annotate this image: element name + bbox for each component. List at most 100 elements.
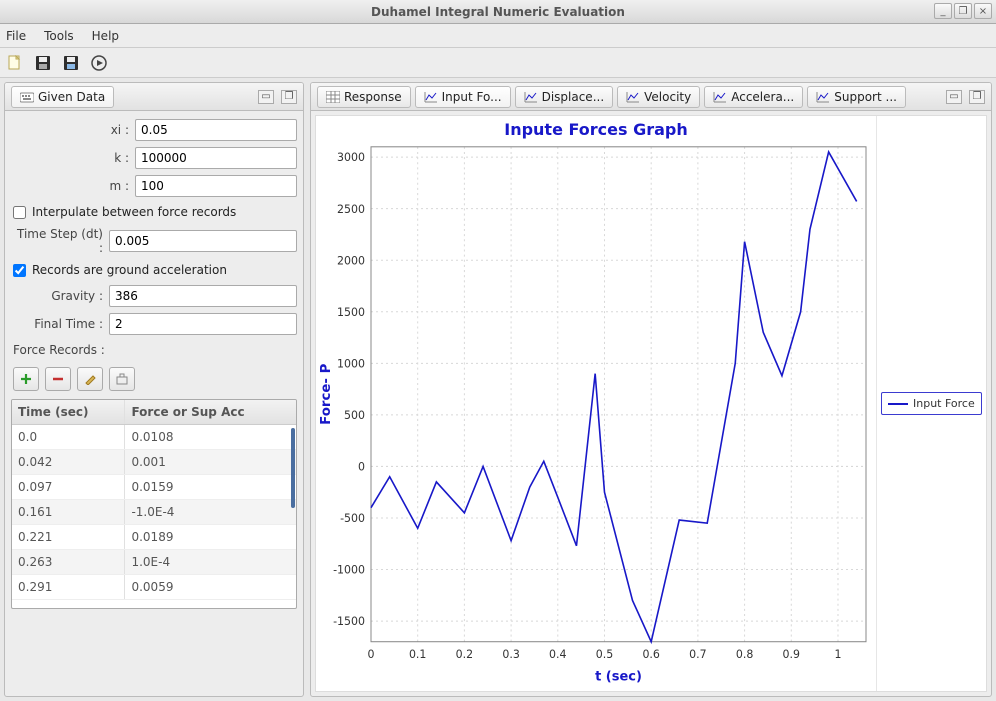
cell-force: 0.0108 — [125, 425, 296, 450]
new-file-icon[interactable] — [6, 54, 24, 72]
chart-title: Inpute Forces Graph — [316, 120, 876, 139]
edit-record-button[interactable] — [77, 367, 103, 391]
tab-label: Support ... — [834, 90, 897, 104]
dt-input[interactable] — [109, 230, 297, 252]
svg-text:0.7: 0.7 — [689, 648, 706, 661]
ground-accel-label: Records are ground acceleration — [32, 263, 227, 277]
svg-text:0.9: 0.9 — [783, 648, 800, 661]
mini-chart-icon — [524, 91, 538, 103]
given-data-label: Given Data — [38, 90, 105, 104]
tab-displace[interactable]: Displace... — [515, 86, 614, 108]
m-label: m : — [11, 179, 129, 193]
table-row[interactable]: 0.2210.0189 — [12, 525, 296, 550]
tab-label: Velocity — [644, 90, 691, 104]
maximize-button[interactable]: ❐ — [954, 3, 972, 19]
svg-text:0.8: 0.8 — [736, 648, 753, 661]
svg-text:-1500: -1500 — [333, 615, 365, 628]
menu-help[interactable]: Help — [92, 29, 119, 43]
minimize-button[interactable]: _ — [934, 3, 952, 19]
cell-time: 0.097 — [12, 475, 125, 500]
final-time-label: Final Time : — [11, 317, 103, 331]
interpolate-checkbox[interactable] — [13, 206, 26, 219]
svg-text:-1000: -1000 — [333, 564, 365, 577]
tab-velocity[interactable]: Velocity — [617, 86, 700, 108]
svg-text:500: 500 — [344, 409, 365, 422]
given-data-panel: Given Data ▭ ❐ xi : k : m : Interpulate … — [4, 82, 304, 697]
svg-text:0: 0 — [358, 460, 365, 473]
interpolate-label: Interpulate between force records — [32, 205, 236, 219]
svg-text:1000: 1000 — [337, 357, 365, 370]
svg-text:t (sec): t (sec) — [595, 670, 642, 685]
tab-inputfo[interactable]: Input Fo... — [415, 86, 511, 108]
cell-time: 0.263 — [12, 550, 125, 575]
run-icon[interactable] — [90, 54, 108, 72]
tab-label: Accelera... — [731, 90, 794, 104]
final-time-input[interactable] — [109, 313, 297, 335]
svg-text:2500: 2500 — [337, 203, 365, 216]
svg-text:0.3: 0.3 — [502, 648, 519, 661]
panel-restore-icon[interactable]: ❐ — [281, 90, 297, 104]
gravity-label: Gravity : — [11, 289, 103, 303]
svg-text:0.1: 0.1 — [409, 648, 426, 661]
keyboard-icon — [20, 91, 34, 103]
cell-force: 0.0059 — [125, 575, 296, 600]
k-input[interactable] — [135, 147, 297, 169]
mini-chart-icon — [626, 91, 640, 103]
menu-file[interactable]: File — [6, 29, 26, 43]
chart-plot: 00.10.20.30.40.50.60.70.80.91-1500-1000-… — [316, 116, 876, 691]
mini-chart-icon — [816, 91, 830, 103]
menu-tools[interactable]: Tools — [44, 29, 74, 43]
table-row[interactable]: 0.161-1.0E-4 — [12, 500, 296, 525]
save-as-icon[interactable] — [62, 54, 80, 72]
svg-text:0: 0 — [368, 648, 375, 661]
cell-force: 0.0159 — [125, 475, 296, 500]
table-row[interactable]: 0.0420.001 — [12, 450, 296, 475]
svg-text:0.4: 0.4 — [549, 648, 566, 661]
given-data-tab[interactable]: Given Data — [11, 86, 114, 108]
cell-time: 0.161 — [12, 500, 125, 525]
mini-chart-icon — [424, 91, 438, 103]
cell-force: -1.0E-4 — [125, 500, 296, 525]
add-record-button[interactable] — [13, 367, 39, 391]
tab-label: Response — [344, 90, 402, 104]
legend-line-icon — [888, 403, 908, 405]
svg-text:1: 1 — [834, 648, 841, 661]
remove-record-button[interactable] — [45, 367, 71, 391]
tab-accelera[interactable]: Accelera... — [704, 86, 803, 108]
save-icon[interactable] — [34, 54, 52, 72]
cell-time: 0.0 — [12, 425, 125, 450]
gravity-input[interactable] — [109, 285, 297, 307]
tab-response[interactable]: Response — [317, 86, 411, 108]
chart-legend: Input Force — [876, 116, 986, 691]
col-force-header[interactable]: Force or Sup Acc — [125, 400, 296, 425]
table-row[interactable]: 0.2631.0E-4 — [12, 550, 296, 575]
svg-text:Force- P: Force- P — [319, 363, 334, 425]
panel-minimize-icon[interactable]: ▭ — [946, 90, 962, 104]
table-row[interactable]: 0.2910.0059 — [12, 575, 296, 600]
svg-text:3000: 3000 — [337, 151, 365, 164]
panel-minimize-icon[interactable]: ▭ — [258, 90, 274, 104]
table-row[interactable]: 0.0970.0159 — [12, 475, 296, 500]
cell-time: 0.291 — [12, 575, 125, 600]
xi-label: xi : — [11, 123, 129, 137]
ground-accel-checkbox[interactable] — [13, 264, 26, 277]
records-table[interactable]: Time (sec) Force or Sup Acc 0.00.01080.0… — [11, 399, 297, 609]
dt-label: Time Step (dt) : — [11, 227, 103, 255]
svg-text:-500: -500 — [340, 512, 365, 525]
xi-input[interactable] — [135, 119, 297, 141]
col-time-header[interactable]: Time (sec) — [12, 400, 125, 425]
panel-restore-icon[interactable]: ❐ — [969, 90, 985, 104]
mini-chart-icon — [713, 91, 727, 103]
table-row[interactable]: 0.00.0108 — [12, 425, 296, 450]
cell-time: 0.042 — [12, 450, 125, 475]
svg-text:1500: 1500 — [337, 306, 365, 319]
cell-time: 0.221 — [12, 525, 125, 550]
cell-force: 0.0189 — [125, 525, 296, 550]
import-record-button[interactable] — [109, 367, 135, 391]
menubar: File Tools Help — [0, 24, 996, 48]
toolbar — [0, 48, 996, 78]
close-button[interactable]: × — [974, 3, 992, 19]
m-input[interactable] — [135, 175, 297, 197]
tab-support[interactable]: Support ... — [807, 86, 906, 108]
tab-label: Input Fo... — [442, 90, 502, 104]
